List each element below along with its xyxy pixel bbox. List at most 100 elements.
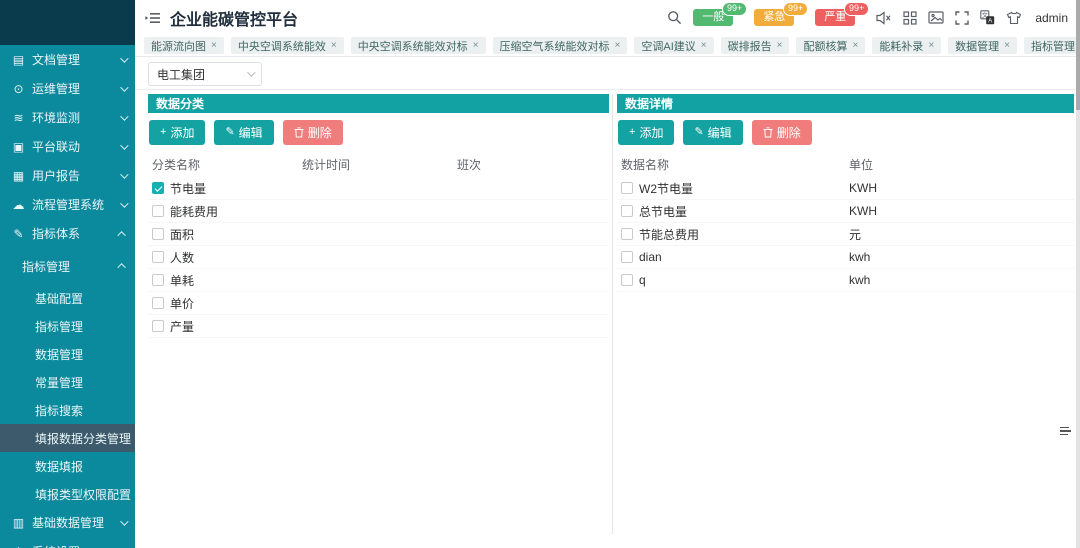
sidebar-item[interactable]: ▥ 基础数据管理 (0, 508, 135, 537)
tab[interactable]: 压缩空气系统能效对标 × (492, 37, 628, 54)
search-icon[interactable] (667, 10, 682, 25)
row-checkbox[interactable] (152, 205, 164, 217)
mute-icon[interactable] (876, 10, 892, 25)
chevron-up-icon (117, 230, 126, 240)
drag-handle-icon[interactable] (1060, 425, 1072, 437)
tab[interactable]: 配额核算 × (796, 37, 866, 54)
add-button[interactable]: + 添加 (149, 120, 206, 145)
org-select[interactable]: 电工集团 (148, 62, 262, 86)
sidebar-item[interactable]: ⚙ 系统设置 (0, 537, 135, 548)
sidebar-item-label: 常量管理 (35, 375, 84, 390)
tab-close-icon[interactable]: × (777, 40, 783, 51)
scrollbar-thumb[interactable] (1076, 0, 1080, 110)
tab[interactable]: 能源流向图 × (144, 37, 224, 54)
tab-close-icon[interactable]: × (331, 40, 337, 51)
tab-label: 压缩空气系统能效对标 (499, 40, 610, 53)
row-checkbox[interactable] (152, 228, 164, 240)
row-checkbox[interactable] (152, 320, 164, 332)
sidebar-item[interactable]: 数据填报 (0, 452, 135, 480)
row-checkbox[interactable] (152, 297, 164, 309)
table-row[interactable]: 节能总费用 元 (617, 223, 1074, 246)
sidebar-item[interactable]: 指标管理 (0, 248, 135, 284)
app-header: 企业能碳管控平台 一般 99+ 紧急 99+ 严重 99+ 文 A admin (135, 0, 1080, 35)
user-menu[interactable]: admin (1035, 11, 1068, 25)
sidebar-item[interactable]: ☁ 流程管理系统 (0, 190, 135, 219)
table-row[interactable]: 人数 (148, 246, 609, 269)
row-checkbox[interactable] (152, 251, 164, 263)
table-row[interactable]: 面积 (148, 223, 609, 246)
sidebar-item[interactable]: 填报数据分类管理 (0, 424, 135, 452)
row-checkbox[interactable] (621, 274, 633, 286)
grid-apps-icon[interactable] (903, 10, 917, 25)
language-switch-icon[interactable]: 文 A (980, 10, 995, 25)
window-scrollbar[interactable] (1076, 0, 1080, 548)
table-row[interactable]: 节电量 (148, 177, 609, 200)
delete-button[interactable]: 删除 (751, 120, 812, 145)
tab[interactable]: 中央空调系统能效对标 × (350, 37, 486, 54)
row-checkbox[interactable] (621, 251, 633, 263)
sidebar-item[interactable]: ▤ 文档管理 (0, 45, 135, 74)
tab-close-icon[interactable]: × (701, 40, 707, 51)
row-checkbox[interactable] (621, 205, 633, 217)
delete-button-label: 删除 (307, 126, 332, 140)
table-row[interactable]: 产量 (148, 315, 609, 338)
table-row[interactable]: W2节电量 KWH (617, 177, 1074, 200)
tab-close-icon[interactable]: × (928, 40, 934, 51)
tab[interactable]: 碳排报告 × (720, 37, 790, 54)
tags-view-bar: 能源流向图 × 中央空调系统能效 × 中央空调系统能效对标 × 压缩空气系统能效对标 × 空调A… (135, 35, 1080, 57)
sidebar-item[interactable]: 基础配置 (0, 284, 135, 312)
sidebar-item-label: 指标体系 (32, 227, 81, 241)
tab[interactable]: 空调AI建议 × (634, 37, 714, 54)
tab[interactable]: 数据管理 × (948, 37, 1017, 54)
sidebar-item[interactable]: 填报类型权限配置 (0, 480, 135, 508)
row-checkbox[interactable] (152, 182, 164, 194)
sidebar-item[interactable]: 常量管理 (0, 368, 135, 396)
collapse-menu-icon[interactable] (145, 11, 161, 25)
table-row[interactable]: dian kwh (617, 246, 1074, 269)
table-row[interactable]: 能耗费用 (148, 200, 609, 223)
sidebar-item[interactable]: 指标管理 (0, 312, 135, 340)
sidebar-item[interactable]: ✎ 指标体系 (0, 219, 135, 248)
tab-close-icon[interactable]: × (473, 40, 479, 51)
sidebar-item-label: 基础配置 (35, 291, 84, 306)
sidebar-item[interactable]: 指标搜索 (0, 396, 135, 424)
tab-close-icon[interactable]: × (1004, 40, 1010, 51)
theme-shirt-icon[interactable] (1006, 11, 1022, 25)
add-button[interactable]: + 添加 (618, 120, 675, 145)
table-row[interactable]: 单耗 (148, 269, 609, 292)
tab-close-icon[interactable]: × (211, 40, 217, 51)
sidebar-item-label: 填报数据分类管理 (35, 431, 132, 446)
sidebar-item[interactable]: 数据管理 (0, 340, 135, 368)
edit-button[interactable]: ✎ 编辑 (683, 120, 743, 145)
row-checkbox[interactable] (621, 182, 633, 194)
tab-label: 中央空调系统能效对标 (357, 40, 468, 53)
sidebar-item[interactable]: ⊙ 运维管理 (0, 74, 135, 103)
edit-button-label: 编辑 (707, 126, 732, 140)
alert-badge-urgent[interactable]: 紧急 99+ (754, 1, 809, 27)
row-label: dian (639, 250, 662, 264)
column-header: 单位 (849, 157, 874, 172)
data-name-cell: 节能总费用 (621, 226, 849, 243)
table-row[interactable]: 总节电量 KWH (617, 200, 1074, 223)
alert-badge-normal[interactable]: 一般 99+ (693, 1, 748, 27)
data-name-cell: 总节电量 (621, 203, 849, 220)
row-checkbox[interactable] (152, 274, 164, 286)
tab-close-icon[interactable]: × (615, 40, 621, 51)
tab-close-icon[interactable]: × (852, 40, 858, 51)
alert-badge-severe[interactable]: 严重 99+ (815, 1, 870, 27)
table-row[interactable]: 单价 (148, 292, 609, 315)
sidebar-item[interactable]: ▣ 平台联动 (0, 132, 135, 161)
fullscreen-icon[interactable] (955, 10, 970, 25)
row-checkbox[interactable] (621, 228, 633, 240)
tab-label: 能源流向图 (151, 40, 206, 53)
tab[interactable]: 能耗补录 × (872, 37, 942, 54)
tab[interactable]: 中央空调系统能效 × (230, 37, 344, 54)
edit-button[interactable]: ✎ 编辑 (214, 120, 274, 145)
tab[interactable]: 指标管理× (1024, 37, 1080, 54)
sidebar-item-label: 指标管理 (22, 259, 71, 274)
sidebar-item[interactable]: ▦ 用户报告 (0, 161, 135, 190)
image-icon[interactable] (928, 11, 944, 24)
sidebar-item[interactable]: ≋ 环境监测 (0, 103, 135, 132)
delete-button[interactable]: 删除 (282, 120, 343, 145)
table-row[interactable]: q kwh (617, 269, 1074, 292)
